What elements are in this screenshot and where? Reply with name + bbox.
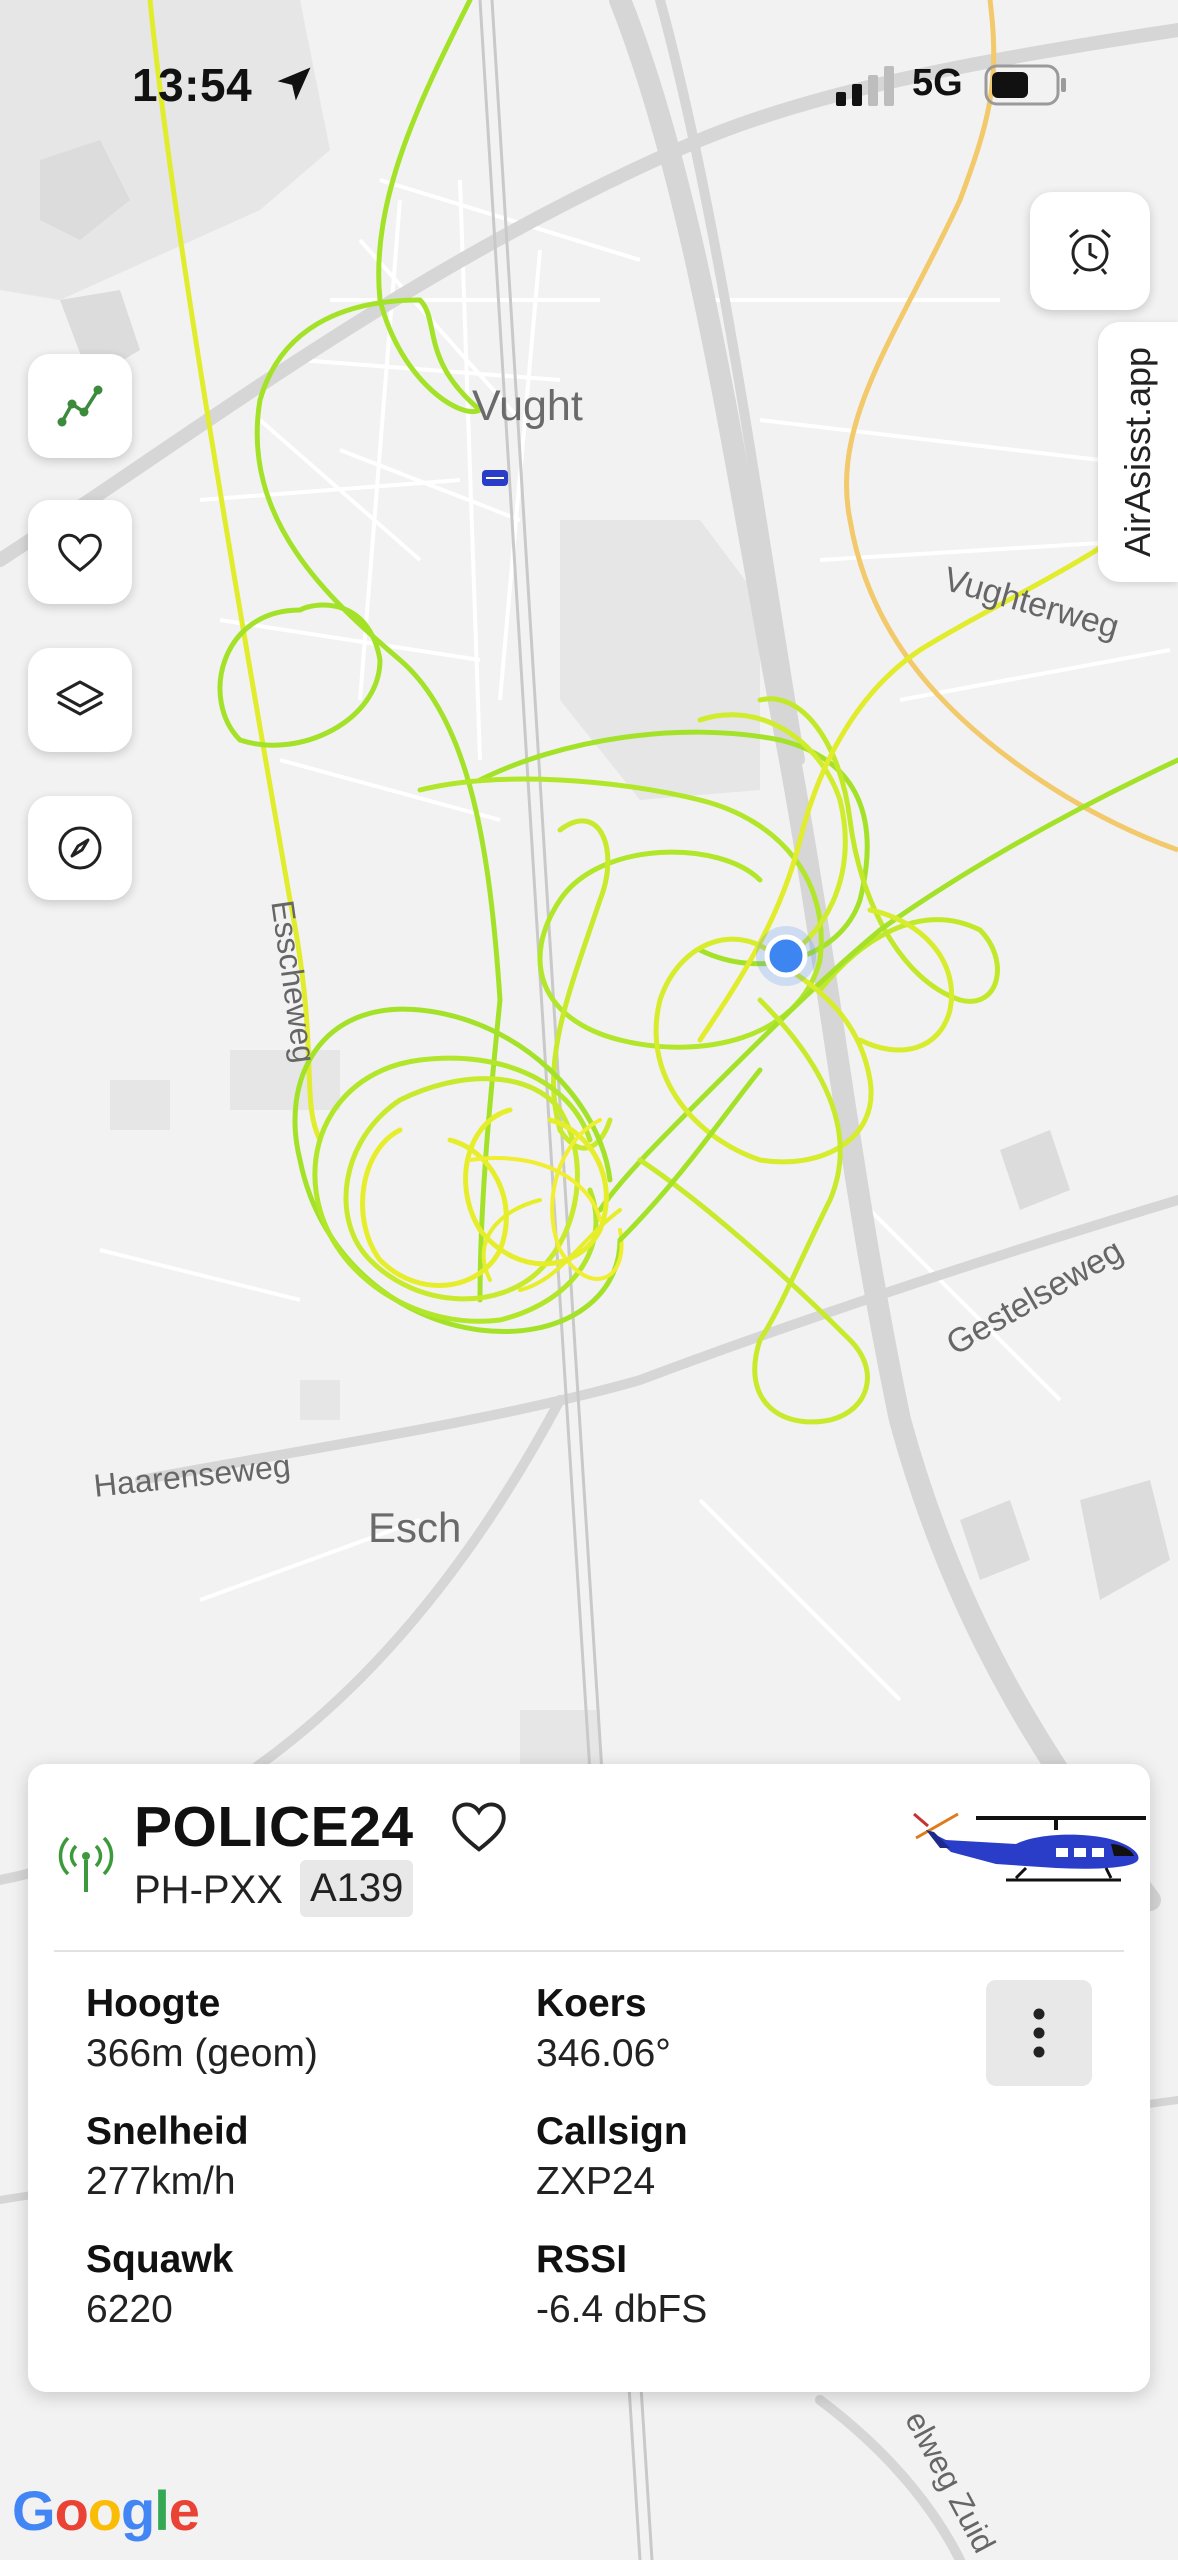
course-label: Koers [536, 1982, 647, 2025]
airassist-tab-label: AirAsisst.app [1117, 346, 1158, 558]
battery-icon [984, 64, 1066, 106]
heart-icon [58, 533, 102, 572]
aircraft-registration: PH-PXX [134, 1868, 283, 1912]
signal-icon [836, 66, 894, 106]
status-bar: 13:54 5G [0, 0, 1178, 170]
train-station-icon [482, 470, 508, 486]
squawk-value: 6220 [86, 2288, 173, 2331]
favorite-heart-icon[interactable] [448, 1796, 510, 1854]
card-divider [54, 1950, 1124, 1952]
layers-icon [56, 680, 104, 716]
altitude-label: Hoogte [86, 1982, 221, 2025]
google-logo: Google [12, 2479, 200, 2542]
callsign-value: ZXP24 [536, 2160, 656, 2203]
altitude-value: 366m (geom) [86, 2032, 318, 2075]
status-time: 13:54 [132, 59, 253, 111]
rssi-value: -6.4 dbFS [536, 2288, 708, 2331]
squawk-label: Squawk [86, 2238, 234, 2281]
favorites-button[interactable] [28, 500, 132, 604]
aircraft-type-badge: A139 [300, 1860, 414, 1917]
helicopter-image [913, 1812, 1146, 1882]
more-vertical-icon [1033, 2008, 1045, 2058]
antenna-signal-icon [58, 1836, 114, 1892]
map-label-vught: Vught [472, 382, 583, 430]
location-arrow-icon [277, 67, 311, 101]
compass-button[interactable] [28, 796, 132, 900]
course-value: 346.06° [536, 2032, 671, 2075]
speed-label: Snelheid [86, 2110, 249, 2153]
map-label-esch: Esch [368, 1504, 462, 1551]
speed-value: 277km/h [86, 2160, 236, 2203]
callsign-label: Callsign [536, 2110, 688, 2153]
aircraft-callsign-title: POLICE24 [134, 1795, 414, 1859]
more-options-button[interactable] [986, 1980, 1092, 2086]
airassist-tab[interactable]: AirAsisst.app [1098, 322, 1178, 582]
aircraft-info-card[interactable]: POLICE24 PH-PXX A139 Hoogte 366m (geom) … [28, 1764, 1150, 2392]
alarm-clock-icon [1069, 228, 1111, 275]
current-location-marker [756, 926, 816, 986]
alarm-button[interactable] [1030, 192, 1150, 310]
route-icon [57, 385, 103, 427]
compass-icon [58, 826, 102, 870]
route-button[interactable] [28, 354, 132, 458]
network-type: 5G [912, 62, 963, 104]
rssi-label: RSSI [536, 2238, 628, 2281]
layers-button[interactable] [28, 648, 132, 752]
